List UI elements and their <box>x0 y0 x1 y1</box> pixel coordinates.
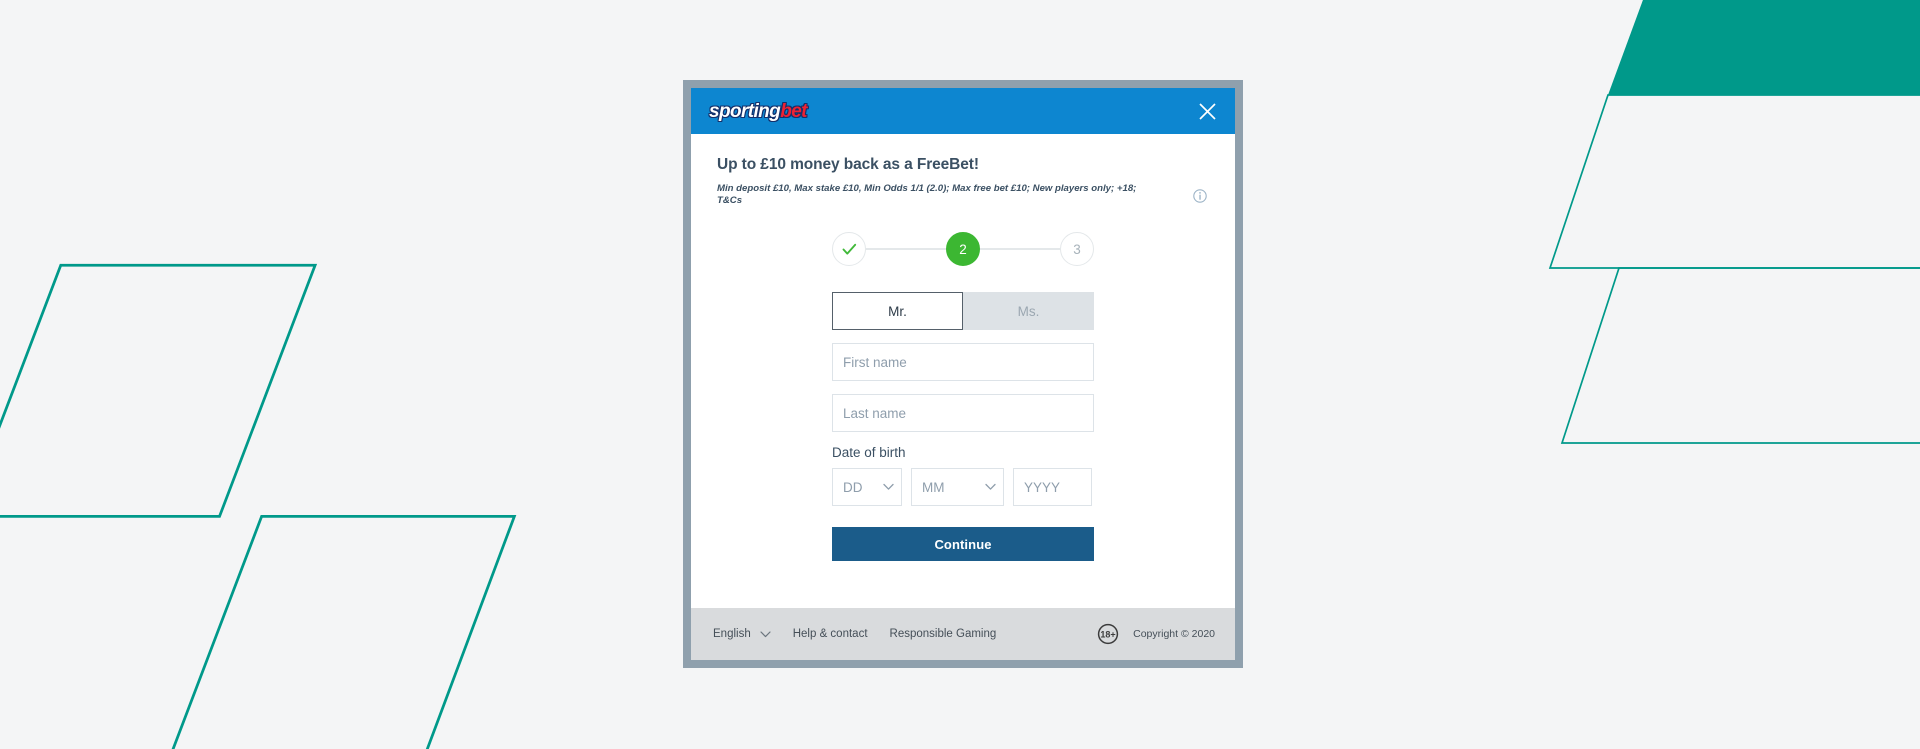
salutation-option-mr[interactable]: Mr. <box>832 292 963 330</box>
salutation-option-ms[interactable]: Ms. <box>963 292 1094 330</box>
step-3-label: 3 <box>1073 241 1081 257</box>
age-18-plus-icon: 18+ <box>1097 623 1119 645</box>
registration-modal: sporting bet Up to £10 money back as a Fr… <box>691 88 1235 660</box>
date-of-birth-row: DD MM <box>832 468 1094 506</box>
logo-text-sporting: sporting <box>709 100 781 122</box>
decor-parallelogram-right-b <box>1560 267 1920 444</box>
close-button[interactable] <box>1193 97 1221 125</box>
salutation-mr-label: Mr. <box>888 303 907 319</box>
salutation-ms-label: Ms. <box>1017 303 1040 319</box>
check-icon <box>842 243 856 255</box>
promo-terms-row: Min deposit £10, Max stake £10, Min Odds… <box>717 183 1209 208</box>
continue-button[interactable]: Continue <box>832 527 1094 561</box>
close-icon <box>1198 102 1216 120</box>
first-name-input[interactable] <box>832 343 1094 381</box>
modal-frame: sporting bet Up to £10 money back as a Fr… <box>683 80 1243 668</box>
info-icon[interactable] <box>1193 189 1207 208</box>
chevron-down-icon <box>760 630 771 637</box>
registration-form: Mr. Ms. Date of birth DD <box>832 292 1094 561</box>
language-selector[interactable]: English <box>713 628 771 640</box>
logo-text-bet: bet <box>780 100 807 122</box>
dob-month-select[interactable]: MM <box>911 468 1004 506</box>
dob-year-input[interactable] <box>1013 468 1092 506</box>
copyright-text: Copyright © 2020 <box>1133 628 1215 640</box>
svg-text:18+: 18+ <box>1100 630 1115 640</box>
registration-stepper: 2 3 <box>717 232 1209 266</box>
info-circle-icon <box>1193 189 1207 203</box>
step-connector-2 <box>980 248 1060 250</box>
language-label: English <box>713 628 751 640</box>
promo-title: Up to £10 money back as a FreeBet! <box>717 156 979 173</box>
date-of-birth-label: Date of birth <box>832 445 906 460</box>
footer-left-group: English Help & contact Responsible Gamin… <box>713 628 996 640</box>
footer-right-group: 18+ Copyright © 2020 <box>1097 623 1215 645</box>
footer-link-help-contact[interactable]: Help & contact <box>793 628 868 640</box>
modal-body: Up to £10 money back as a FreeBet! Min d… <box>691 134 1235 608</box>
step-3-upcoming[interactable]: 3 <box>1060 232 1094 266</box>
step-connector-1 <box>866 248 946 250</box>
decor-parallelogram-right-a <box>1548 94 1920 269</box>
continue-button-label: Continue <box>934 536 992 552</box>
footer-link-responsible-gaming[interactable]: Responsible Gaming <box>890 628 997 640</box>
sportingbet-logo: sporting bet <box>709 102 807 121</box>
step-2-current[interactable]: 2 <box>946 232 980 266</box>
title-salutation-toggle: Mr. Ms. <box>832 292 1094 330</box>
decor-parallelogram-left-a <box>0 263 318 518</box>
last-name-input[interactable] <box>832 394 1094 432</box>
dob-day-select[interactable]: DD <box>832 468 902 506</box>
dob-month-wrapper: MM <box>911 468 1004 506</box>
step-2-label: 2 <box>959 241 967 257</box>
decor-parallelogram-right-filled <box>1608 0 1920 95</box>
modal-header: sporting bet <box>691 88 1235 134</box>
modal-footer: English Help & contact Responsible Gamin… <box>691 608 1235 660</box>
promo-terms-text: Min deposit £10, Max stake £10, Min Odds… <box>717 183 1137 207</box>
decor-parallelogram-left-b <box>171 515 517 749</box>
dob-day-wrapper: DD <box>832 468 902 506</box>
step-1-complete[interactable] <box>832 232 866 266</box>
